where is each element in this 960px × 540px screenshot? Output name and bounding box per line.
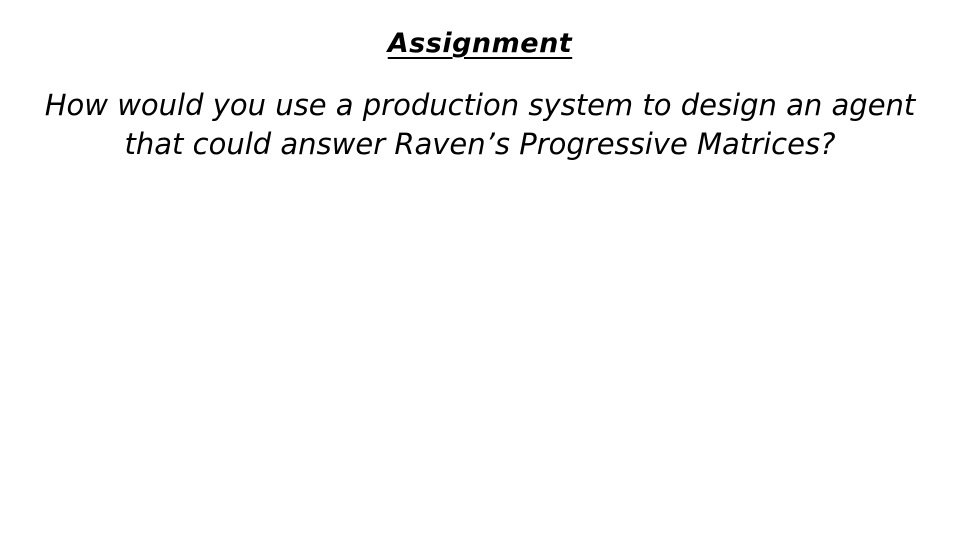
slide: Assignment How would you use a productio…	[0, 0, 960, 540]
slide-title: Assignment	[387, 28, 573, 59]
slide-body-text: How would you use a production system to…	[44, 88, 916, 161]
